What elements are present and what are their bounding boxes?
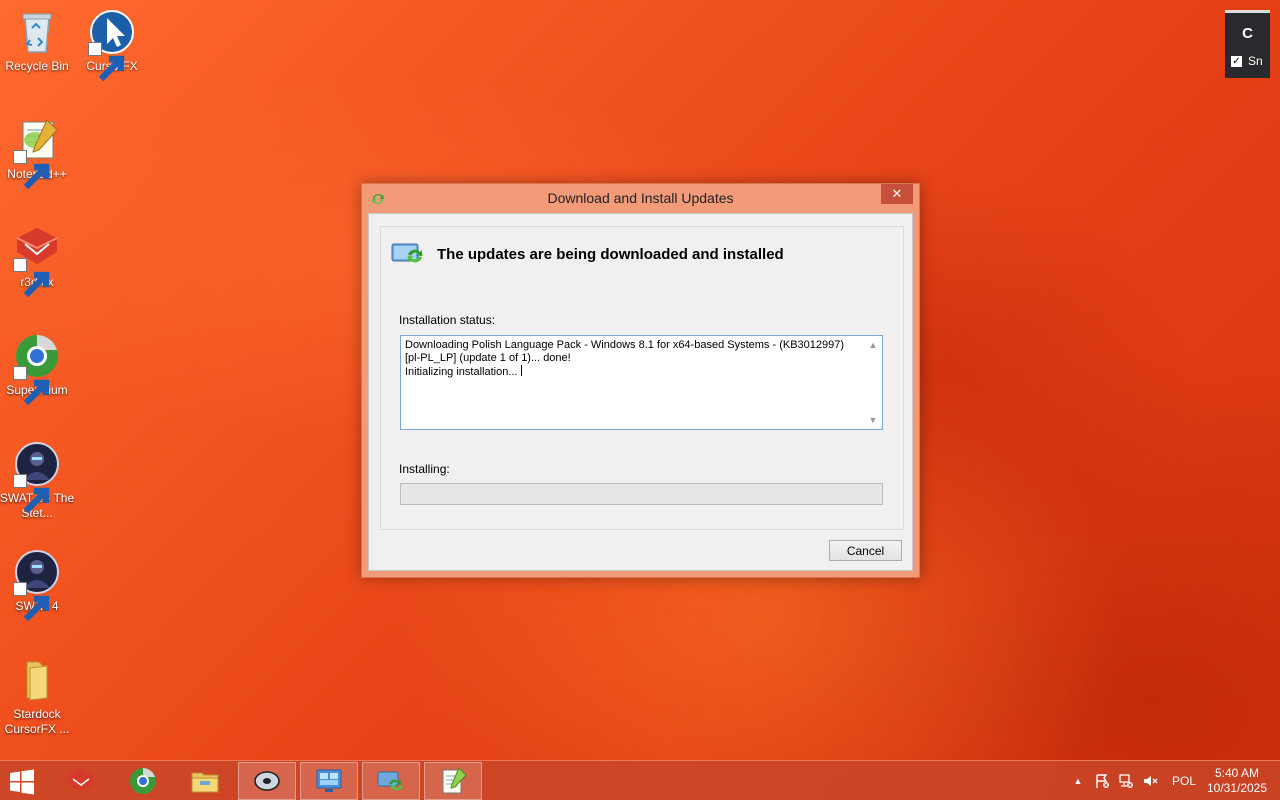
scroll-up-icon[interactable]: ▲ bbox=[867, 339, 879, 351]
gadget-option[interactable]: ✓ Sn bbox=[1231, 54, 1270, 68]
volume-muted-icon[interactable] bbox=[1142, 773, 1158, 789]
r3dfox-icon bbox=[68, 768, 94, 792]
action-center-flag-icon[interactable] bbox=[1094, 773, 1110, 789]
dialog-header: The updates are being downloaded and ins… bbox=[391, 241, 784, 267]
content-panel: The updates are being downloaded and ins… bbox=[380, 226, 904, 530]
scroll-down-icon[interactable]: ▼ bbox=[867, 414, 879, 426]
text-caret bbox=[520, 365, 522, 376]
show-hidden-icons-icon[interactable]: ▲ bbox=[1070, 773, 1086, 789]
taskbar-disk-utility[interactable] bbox=[238, 762, 296, 800]
desktop-icon-swat4[interactable]: SWAT 4 bbox=[0, 548, 75, 622]
taskbar: ▲ POL 5:40 AM 10/31/2025 bbox=[0, 760, 1280, 800]
desktop-icon-stardock-folder[interactable]: Stardock CursorFX ... bbox=[0, 656, 75, 737]
desktop-icon-label: Recycle Bin bbox=[5, 59, 69, 73]
clock-date: 10/31/2025 bbox=[1206, 781, 1268, 795]
update-dialog: Download and Install Updates ✕ The updat… bbox=[361, 183, 920, 578]
file-explorer-icon bbox=[191, 772, 219, 793]
desktop-gadget[interactable]: C ✓ Sn bbox=[1225, 10, 1270, 78]
desktop-icon-swat4-stetchkov[interactable]: SWAT 4 - The Stet... bbox=[0, 440, 75, 521]
installation-status-log[interactable]: Downloading Polish Language Pack - Windo… bbox=[400, 335, 883, 430]
taskbar-windows-update[interactable] bbox=[362, 762, 420, 800]
folder-icon bbox=[13, 656, 61, 704]
swat4-icon bbox=[13, 548, 61, 622]
notepadpp-icon bbox=[442, 767, 467, 794]
shortcut-arrow-icon bbox=[13, 150, 50, 190]
input-language-indicator[interactable]: POL bbox=[1172, 774, 1196, 788]
desktop-icon-notepadpp[interactable]: Notepad++ bbox=[0, 116, 75, 190]
desktop-icon-supermium[interactable]: Supermium bbox=[0, 332, 75, 406]
shortcut-arrow-icon bbox=[13, 366, 50, 406]
close-icon: ✕ bbox=[891, 186, 903, 201]
desktop-icon-r3dfox[interactable]: r3dfox bbox=[0, 224, 75, 298]
windows-update-icon bbox=[377, 771, 403, 791]
start-button[interactable] bbox=[8, 769, 36, 795]
supermium-icon bbox=[130, 768, 156, 794]
cursorfx-icon bbox=[88, 8, 136, 82]
taskbar-notepadpp[interactable] bbox=[424, 762, 482, 800]
r3dfox-icon bbox=[13, 224, 61, 298]
install-progress-bar bbox=[400, 483, 883, 505]
close-button[interactable]: ✕ bbox=[881, 184, 913, 204]
dialog-body: The updates are being downloaded and ins… bbox=[368, 213, 913, 571]
cancel-button-label: Cancel bbox=[846, 543, 885, 558]
status-line: Downloading Polish Language Pack - Windo… bbox=[405, 339, 848, 364]
taskbar-file-explorer[interactable] bbox=[176, 762, 234, 800]
dialog-title: Download and Install Updates bbox=[547, 190, 734, 206]
notepadpp-icon bbox=[13, 116, 61, 190]
shortcut-arrow-icon bbox=[13, 258, 50, 298]
control-panel-icon bbox=[316, 769, 342, 792]
taskbar-control-panel[interactable] bbox=[300, 762, 358, 800]
swat4-icon bbox=[13, 440, 61, 514]
network-icon[interactable] bbox=[1118, 773, 1134, 789]
shortcut-arrow-icon bbox=[88, 42, 125, 82]
clock[interactable]: 5:40 AM 10/31/2025 bbox=[1200, 766, 1274, 796]
desktop-icon-cursorfx[interactable]: CursorFX bbox=[74, 8, 150, 82]
installing-label: Installing: bbox=[399, 462, 450, 476]
update-monitor-icon bbox=[391, 243, 423, 263]
dialog-heading: The updates are being downloaded and ins… bbox=[437, 245, 784, 263]
desktop-icon-recycle-bin[interactable]: Recycle Bin bbox=[0, 8, 75, 74]
dialog-titlebar[interactable]: Download and Install Updates ✕ bbox=[362, 184, 919, 213]
clock-time: 5:40 AM bbox=[1214, 766, 1260, 780]
windows-logo-icon bbox=[10, 769, 34, 795]
recycle-bin-icon bbox=[13, 8, 61, 56]
cancel-button[interactable]: Cancel bbox=[829, 540, 902, 561]
installation-status-label: Installation status: bbox=[399, 313, 496, 327]
gadget-option-label: Sn bbox=[1248, 54, 1263, 68]
status-line: Initializing installation... bbox=[405, 366, 518, 378]
disk-icon bbox=[254, 771, 280, 791]
taskbar-supermium[interactable] bbox=[114, 762, 172, 800]
shortcut-arrow-icon bbox=[13, 474, 50, 514]
shortcut-arrow-icon bbox=[13, 582, 50, 622]
gadget-checkbox[interactable]: ✓ bbox=[1231, 55, 1242, 67]
system-tray: ▲ POL bbox=[1070, 761, 1196, 800]
supermium-icon bbox=[13, 332, 61, 406]
taskbar-r3dfox[interactable] bbox=[52, 762, 110, 800]
gadget-title: C bbox=[1242, 25, 1253, 42]
desktop-icon-label: Stardock CursorFX ... bbox=[4, 707, 70, 736]
